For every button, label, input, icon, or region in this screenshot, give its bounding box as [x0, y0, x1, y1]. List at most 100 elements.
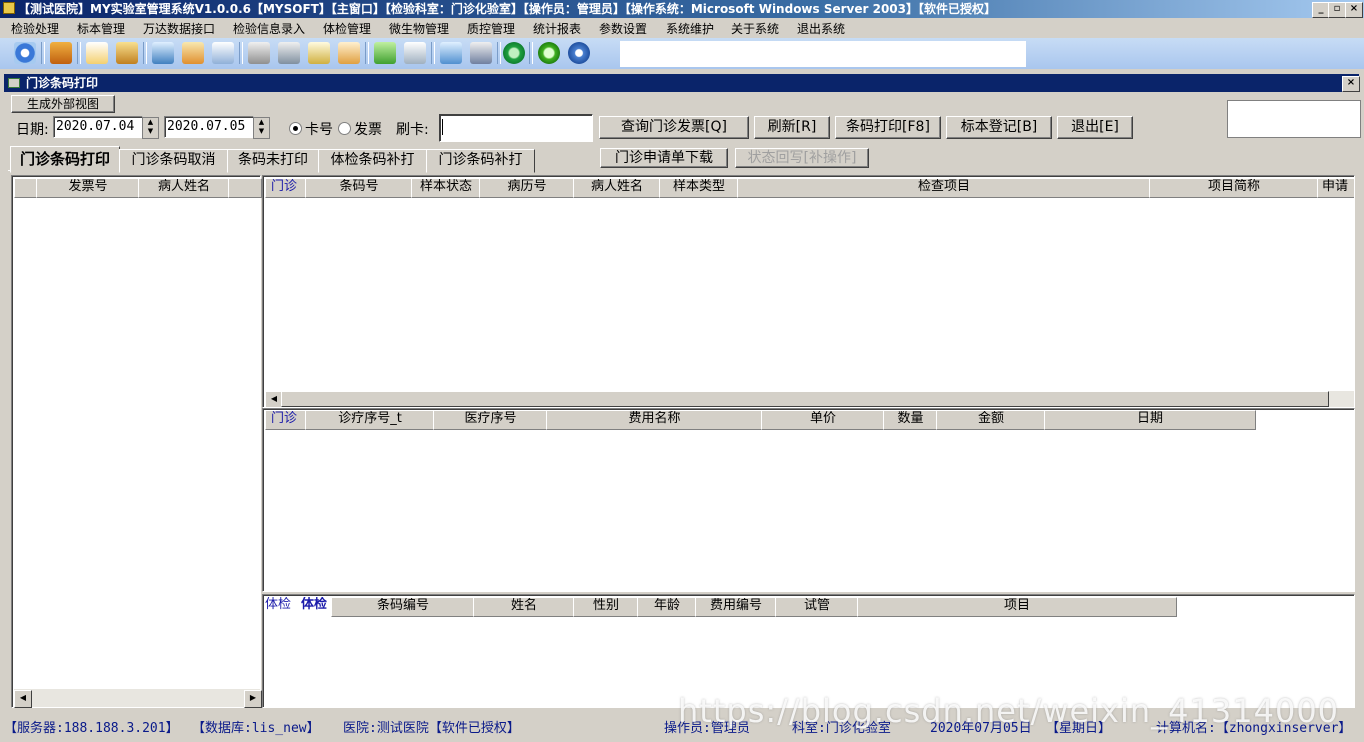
scroll-right-button[interactable]: ▶	[244, 690, 262, 708]
print-icon[interactable]	[248, 42, 270, 64]
tools-icon[interactable]	[116, 42, 138, 64]
tab-outpatient-reprint[interactable]: 门诊条码补打	[426, 149, 535, 173]
tab-outpatient-print[interactable]: 门诊条码打印	[10, 146, 120, 173]
sample-grid[interactable]: 门诊 条码号 样本状态 病历号 病人姓名 样本类型 检查项目 项目简称 申请 ◀	[262, 175, 1355, 408]
search-document-icon[interactable]	[308, 42, 330, 64]
menu-qc[interactable]: 质控管理	[467, 20, 515, 37]
edit-document-icon[interactable]	[212, 42, 234, 64]
menu-specimen[interactable]: 标本管理	[77, 20, 125, 37]
power-icon[interactable]	[568, 42, 590, 64]
tab-exam-reprint[interactable]: 体检条码补打	[318, 149, 427, 173]
printer-icon[interactable]	[470, 42, 492, 64]
maximize-button[interactable]: ▫	[1328, 2, 1346, 18]
settings-gear-icon[interactable]	[14, 42, 36, 64]
new-document-icon[interactable]	[86, 42, 108, 64]
globe-icon[interactable]	[152, 42, 174, 64]
menu-settings[interactable]: 参数设置	[599, 20, 647, 37]
generate-view-button[interactable]: 生成外部视图	[11, 95, 115, 113]
menu-physical-exam[interactable]: 体检管理	[323, 20, 371, 37]
preview-icon[interactable]	[440, 42, 462, 64]
query-invoice-button[interactable]: 查询门诊发票[Q]	[599, 116, 749, 139]
sync-icon[interactable]	[538, 42, 560, 64]
exam-grid[interactable]: 体检 体检 条码编号 姓名 性别 年龄 费用编号 试管 项目	[262, 594, 1355, 708]
app-icon	[3, 2, 15, 14]
col-fee-name[interactable]: 费用名称	[546, 410, 763, 430]
date-from-field[interactable]: 2020.07.04	[53, 116, 143, 138]
print-preview-icon[interactable]	[278, 42, 300, 64]
radio-card[interactable]	[289, 122, 302, 135]
user-icon[interactable]	[50, 42, 72, 64]
fee-grid[interactable]: 门诊 诊疗序号_t 医疗序号 费用名称 单价 数量 金额 日期	[262, 408, 1355, 592]
upload-icon[interactable]	[374, 42, 396, 64]
col-unit-price[interactable]: 单价	[761, 410, 885, 430]
toolbar-separator	[497, 42, 501, 64]
invoice-grid[interactable]: 发票号 病人姓名 ◀ ▶	[11, 175, 262, 708]
export-icon[interactable]	[182, 42, 204, 64]
horizontal-scrollbar[interactable]: ◀ ▶	[14, 689, 262, 708]
toolbar-separator	[143, 42, 147, 64]
tab-not-printed[interactable]: 条码未打印	[227, 149, 319, 173]
refresh-button[interactable]: 刷新[R]	[754, 116, 830, 139]
specimen-register-button[interactable]: 标本登记[B]	[946, 116, 1052, 139]
col-tube[interactable]: 试管	[775, 597, 859, 617]
col-amount[interactable]: 金额	[936, 410, 1046, 430]
child-window-icon	[8, 78, 20, 88]
scroll-thumb[interactable]	[281, 391, 1329, 407]
grid-header-filler	[228, 178, 262, 198]
col-barcode[interactable]: 条码号	[305, 178, 413, 198]
menu-inspection[interactable]: 检验处理	[11, 20, 59, 37]
date-to-spinner[interactable]: ▲ ▼	[253, 117, 270, 139]
col-request[interactable]: 申请	[1317, 178, 1354, 198]
col-date[interactable]: 日期	[1044, 410, 1256, 430]
scroll-left-button[interactable]: ◀	[14, 690, 32, 708]
col-exam[interactable]: 体检	[265, 597, 297, 615]
grid-header-indicator	[14, 178, 38, 198]
col-age[interactable]: 年龄	[637, 597, 697, 617]
refresh-icon[interactable]	[503, 42, 525, 64]
download-request-button[interactable]: 门诊申请单下载	[600, 148, 728, 168]
col-record-no[interactable]: 病历号	[479, 178, 575, 198]
menu-reports[interactable]: 统计报表	[533, 20, 581, 37]
close-button[interactable]: ×	[1345, 2, 1363, 18]
window-title-bar[interactable]: 【测试医院】MY实验室管理系统V1.0.0.6【MYSOFT】【主窗口】【检验科…	[0, 0, 1364, 18]
toolbar-separator	[529, 42, 533, 64]
col-item-abbr[interactable]: 项目简称	[1149, 178, 1319, 198]
menu-info-entry[interactable]: 检验信息录入	[233, 20, 305, 37]
menu-about[interactable]: 关于系统	[731, 20, 779, 37]
col-fee-id[interactable]: 费用编号	[695, 597, 777, 617]
child-window-title-bar[interactable]: 门诊条码打印 ×	[4, 74, 1360, 92]
exit-button[interactable]: 退出[E]	[1057, 116, 1133, 139]
toolbar-separator	[239, 42, 243, 64]
col-exam-bold[interactable]: 体检	[297, 597, 331, 615]
document-list-icon[interactable]	[404, 42, 426, 64]
col-patient-name[interactable]: 病人姓名	[573, 178, 661, 198]
date-from-spinner[interactable]: ▲ ▼	[142, 117, 159, 139]
col-gender[interactable]: 性别	[573, 597, 639, 617]
toolbar-separator	[41, 42, 45, 64]
menu-maintenance[interactable]: 系统维护	[666, 20, 714, 37]
col-name[interactable]: 姓名	[473, 597, 575, 617]
child-close-button[interactable]: ×	[1342, 76, 1360, 92]
col-sample-status[interactable]: 样本状态	[411, 178, 481, 198]
copy-icon[interactable]	[338, 42, 360, 64]
col-treatment-no[interactable]: 诊疗序号_t	[305, 410, 435, 430]
menu-microbiology[interactable]: 微生物管理	[389, 20, 449, 37]
date-to-field[interactable]: 2020.07.05	[164, 116, 254, 138]
col-quantity[interactable]: 数量	[883, 410, 938, 430]
col-patient-name[interactable]: 病人姓名	[138, 178, 230, 198]
col-medical-no[interactable]: 医疗序号	[433, 410, 548, 430]
toolbar-separator	[77, 42, 81, 64]
col-items[interactable]: 项目	[857, 597, 1177, 617]
col-sample-type[interactable]: 样本类型	[659, 178, 739, 198]
barcode-print-button[interactable]: 条码打印[F8]	[835, 116, 941, 139]
watermark: https://blog.csdn.net/weixin_41314000	[678, 692, 1340, 730]
col-invoice-no[interactable]: 发票号	[36, 178, 140, 198]
col-exam-items[interactable]: 检查项目	[737, 178, 1151, 198]
tab-outpatient-cancel[interactable]: 门诊条码取消	[119, 149, 228, 173]
menu-exit[interactable]: 退出系统	[797, 20, 845, 37]
radio-invoice[interactable]	[338, 122, 351, 135]
menu-wanda-interface[interactable]: 万达数据接口	[143, 20, 215, 37]
horizontal-scrollbar[interactable]: ◀	[265, 391, 1354, 407]
swipe-card-input[interactable]	[439, 114, 593, 142]
col-barcode-id[interactable]: 条码编号	[331, 597, 475, 617]
